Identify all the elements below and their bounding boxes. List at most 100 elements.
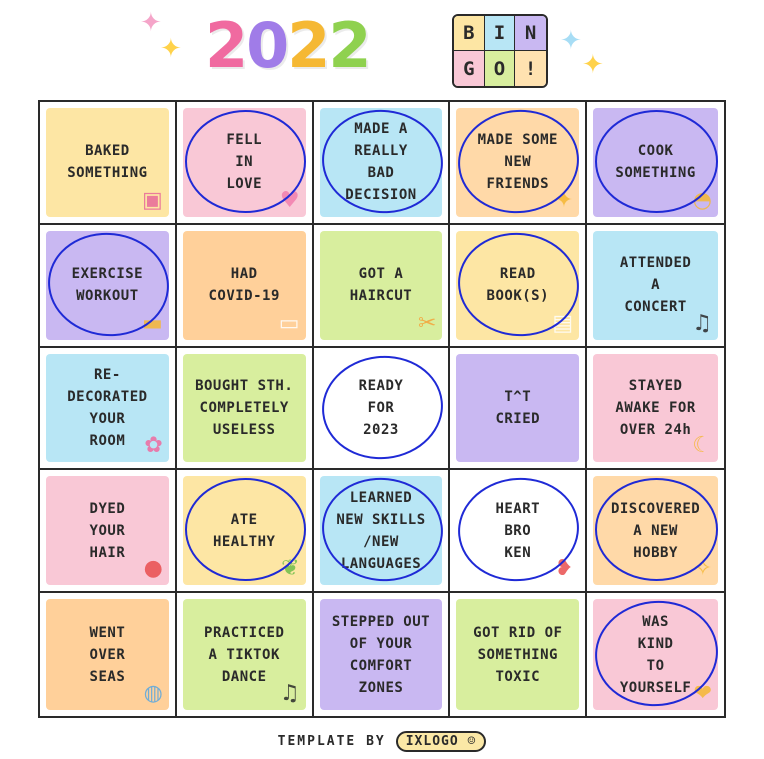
bingo-cell-card: ❥ HEART BRO KEN bbox=[456, 476, 580, 586]
bingo-cell-label: DYED YOUR HAIR bbox=[89, 500, 126, 561]
bingo-cell-card: ✿ RE- DECORATED YOUR ROOM bbox=[46, 353, 169, 463]
year-digit: 2 bbox=[205, 9, 248, 82]
bingo-cell-label: LEARNED NEW SKILLS /NEW LANGUAGES bbox=[336, 489, 426, 572]
bingo-cell-label: READY FOR 2023 bbox=[358, 377, 404, 438]
scissors-icon: ✂ bbox=[417, 310, 437, 336]
bingo-cell: ◓ COOK SOMETHING bbox=[587, 102, 724, 225]
music-note-icon: ♫ bbox=[692, 310, 712, 336]
bingo-cell-card: ❤ WAS KIND TO YOURSELF bbox=[593, 599, 718, 710]
bingo-cell-label: GOT RID OF SOMETHING TOXIC bbox=[473, 624, 563, 685]
bingo-cell: ✿ RE- DECORATED YOUR ROOM bbox=[40, 347, 177, 471]
book-icon: ▤ bbox=[552, 310, 574, 336]
bingo-cell-label: DISCOVERED A NEW HOBBY bbox=[610, 500, 701, 561]
heart-icon: ♥ bbox=[279, 187, 300, 213]
bingo-cell-card: ✂ GOT A HAIRCUT bbox=[319, 230, 443, 340]
bingo-cell-card: ✦ MADE SOME NEW FRIENDS bbox=[456, 108, 580, 217]
bingo-cell-label: READ BOOK(S) bbox=[486, 266, 550, 305]
bingo-cell: BOUGHT STH. COMPLETELY USELESS bbox=[176, 347, 314, 471]
bingo-cell: ♫ PRACTICED A TIKTOK DANCE bbox=[177, 593, 314, 716]
vegetable-icon: ❦ bbox=[281, 556, 300, 582]
bingo-cell-card: STEPPED OUT OF YOUR COMFORT ZONES bbox=[319, 599, 443, 710]
bingo-cell-card: GOT RID OF SOMETHING TOXIC bbox=[456, 599, 580, 710]
bingo-letter: G bbox=[454, 51, 485, 86]
bingo-cell-label: ATE HEALTHY bbox=[212, 511, 276, 550]
bingo-cell: ▬ EXERCISE WORKOUT bbox=[40, 224, 177, 348]
dumbbell-icon: ▬ bbox=[142, 310, 163, 336]
globe-icon: ◍ bbox=[143, 681, 163, 706]
bingo-cell: ▤ READ BOOK(S) bbox=[450, 224, 588, 348]
bingo-cell-card: ◍ WENT OVER SEAS bbox=[46, 599, 169, 710]
bingo-cell: READY FOR 2023 bbox=[313, 347, 451, 471]
bingo-cell-label: WENT OVER SEAS bbox=[89, 624, 126, 685]
bingo-cell: ❤ WAS KIND TO YOURSELF bbox=[587, 593, 724, 716]
sparkle-icon: ✦ bbox=[140, 8, 162, 38]
bingo-badge: B I N G O ! bbox=[452, 14, 548, 88]
year-digit: 2 bbox=[328, 9, 371, 82]
bingo-cell: ◍ WENT OVER SEAS bbox=[40, 593, 177, 716]
author-badge: IXLOGO ☺ bbox=[395, 730, 487, 752]
drop-icon: ● bbox=[143, 556, 163, 582]
bingo-cell-card: ❦ ATE HEALTHY bbox=[182, 476, 306, 586]
bingo-cell: ● DYED YOUR HAIR bbox=[40, 470, 177, 594]
year-title: 2022 bbox=[205, 6, 372, 86]
bingo-cell-label: T^T CRIED bbox=[495, 388, 541, 427]
smiley-heart-icon: ❤ bbox=[693, 681, 712, 706]
bingo-cell-label: MADE SOME NEW FRIENDS bbox=[477, 132, 558, 193]
broken-heart-icon: ❥ bbox=[554, 556, 574, 582]
bingo-cell: ❥ HEART BRO KEN bbox=[450, 470, 588, 594]
bingo-cell-label: PRACTICED A TIKTOK DANCE bbox=[204, 624, 285, 685]
bingo-cell-card: ♫ ATTENDED A CONCERT bbox=[593, 230, 718, 340]
bingo-cell: T^T CRIED bbox=[450, 347, 588, 471]
bingo-letter: ! bbox=[515, 51, 546, 86]
bingo-cell: STEPPED OUT OF YOUR COMFORT ZONES bbox=[314, 593, 451, 716]
bingo-cell: ♫ ATTENDED A CONCERT bbox=[587, 225, 724, 348]
bingo-cell: ✧ DISCOVERED A NEW HOBBY bbox=[587, 470, 724, 594]
template-credit-label: TEMPLATE BY bbox=[277, 733, 386, 749]
bingo-cell-card: ♥ FELL IN LOVE bbox=[182, 108, 306, 217]
bingo-cell-label: STEPPED OUT OF YOUR COMFORT ZONES bbox=[331, 613, 431, 696]
bingo-cell-card: ▭ HAD COVID-19 bbox=[182, 230, 306, 340]
sparkle-icon: ✦ bbox=[560, 26, 582, 56]
bingo-cell-label: MADE A REALLY BAD DECISION bbox=[345, 121, 417, 204]
bingo-cell: ☾ STAYED AWAKE FOR OVER 24h bbox=[587, 348, 724, 471]
bingo-cell-label: GOT A HAIRCUT bbox=[349, 266, 413, 305]
year-digit: 2 bbox=[287, 9, 330, 82]
bingo-cell-label: BOUGHT STH. COMPLETELY USELESS bbox=[195, 377, 294, 438]
bingo-letter: O bbox=[484, 51, 516, 86]
bingo-cell-card: T^T CRIED bbox=[456, 353, 580, 463]
bingo-cell-label: BAKED SOMETHING bbox=[67, 143, 148, 182]
bingo-cell-card: ♫ PRACTICED A TIKTOK DANCE bbox=[182, 599, 306, 710]
bingo-cell-label: HAD COVID-19 bbox=[208, 266, 280, 305]
year-digit: 0 bbox=[246, 9, 289, 82]
bingo-cell: GOT RID OF SOMETHING TOXIC bbox=[450, 593, 588, 716]
bingo-cell-card: ▣ BAKED SOMETHING bbox=[46, 108, 169, 217]
sparkle-icon: ✦ bbox=[582, 50, 604, 80]
pot-icon: ◓ bbox=[692, 187, 712, 213]
bingo-cell-label: RE- DECORATED YOUR ROOM bbox=[67, 366, 148, 449]
bingo-cell-label: HEART BRO KEN bbox=[495, 500, 541, 561]
bingo-cell-card: READY FOR 2023 bbox=[319, 353, 443, 463]
bingo-grid: ▣ BAKED SOMETHING ♥ FELL IN LOVE MADE A REAL… bbox=[38, 100, 726, 718]
bingo-letter: N bbox=[515, 16, 546, 51]
bingo-cell-card: ☾ STAYED AWAKE FOR OVER 24h bbox=[593, 353, 718, 463]
bingo-cell-card: BOUGHT STH. COMPLETELY USELESS bbox=[182, 353, 306, 463]
bingo-cell-label: COOK SOMETHING bbox=[615, 143, 696, 182]
bingo-cell: ❦ ATE HEALTHY bbox=[176, 470, 314, 594]
bingo-cell: ▭ HAD COVID-19 bbox=[176, 224, 314, 348]
bingo-cell: ✂ GOT A HAIRCUT bbox=[313, 224, 451, 348]
mask-icon: ▭ bbox=[278, 310, 300, 336]
bingo-cell-label: STAYED AWAKE FOR OVER 24h bbox=[615, 377, 696, 438]
bingo-cell-card: ▬ EXERCISE WORKOUT bbox=[46, 230, 169, 340]
bingo-cell-card: ▤ READ BOOK(S) bbox=[456, 230, 580, 340]
bingo-cell-card: ✧ DISCOVERED A NEW HOBBY bbox=[593, 476, 718, 586]
bingo-cell: LEARNED NEW SKILLS /NEW LANGUAGES bbox=[313, 470, 451, 594]
bingo-cell-label: WAS KIND TO YOURSELF bbox=[619, 613, 692, 696]
bingo-cell-label: FELL IN LOVE bbox=[226, 132, 263, 193]
bingo-cell: ✦ MADE SOME NEW FRIENDS bbox=[450, 102, 588, 225]
bingo-cell-label: EXERCISE WORKOUT bbox=[71, 266, 144, 305]
bingo-cell-label: ATTENDED A CONCERT bbox=[619, 255, 692, 316]
bingo-letter: I bbox=[484, 16, 516, 51]
bingo-cell: ▣ BAKED SOMETHING bbox=[40, 102, 177, 225]
sparkle-icon: ✦ bbox=[160, 34, 182, 64]
bingo-cell-card: LEARNED NEW SKILLS /NEW LANGUAGES bbox=[319, 476, 443, 586]
